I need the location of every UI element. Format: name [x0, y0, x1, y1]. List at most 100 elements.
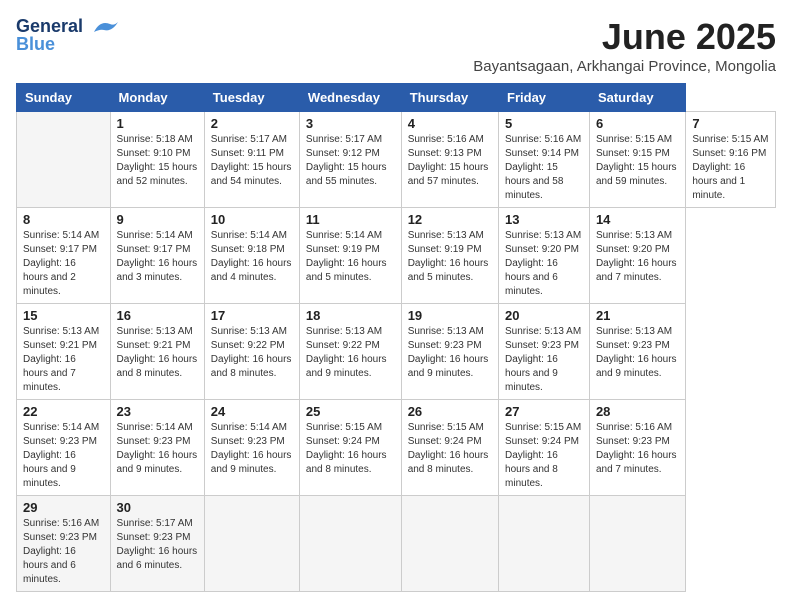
- calendar-cell: [299, 496, 401, 592]
- day-number: 8: [23, 212, 104, 227]
- day-info: Sunrise: 5:15 AMSunset: 9:24 PMDaylight:…: [505, 421, 583, 491]
- day-info: Sunrise: 5:15 AMSunset: 9:24 PMDaylight:…: [408, 421, 492, 477]
- calendar-cell: [499, 496, 590, 592]
- day-info: Sunrise: 5:15 AMSunset: 9:16 PMDaylight:…: [692, 133, 769, 203]
- day-info: Sunrise: 5:16 AMSunset: 9:23 PMDaylight:…: [596, 421, 679, 477]
- calendar-cell: 11 Sunrise: 5:14 AMSunset: 9:19 PMDayligh…: [299, 208, 401, 304]
- calendar-day-header: Sunday: [17, 84, 111, 112]
- day-number: 11: [306, 212, 395, 227]
- calendar-cell: 28 Sunrise: 5:16 AMSunset: 9:23 PMDayligh…: [589, 400, 685, 496]
- day-info: Sunrise: 5:14 AMSunset: 9:23 PMDaylight:…: [211, 421, 293, 477]
- day-info: Sunrise: 5:13 AMSunset: 9:21 PMDaylight:…: [117, 325, 198, 381]
- calendar-day-header: Friday: [499, 84, 590, 112]
- day-number: 14: [596, 212, 679, 227]
- calendar-cell: 21Sunrise: 5:13 AMSunset: 9:23 PMDayligh…: [589, 304, 685, 400]
- calendar-cell: [204, 496, 299, 592]
- calendar-cell: 16 Sunrise: 5:13 AMSunset: 9:21 PMDayligh…: [110, 304, 204, 400]
- calendar-day-header: Thursday: [401, 84, 498, 112]
- day-number: 22: [23, 404, 104, 419]
- subtitle: Bayantsagaan, Arkhangai Province, Mongol…: [473, 58, 776, 75]
- calendar-cell: 27 Sunrise: 5:15 AMSunset: 9:24 PMDayligh…: [499, 400, 590, 496]
- day-info: Sunrise: 5:14 AMSunset: 9:23 PMDaylight:…: [117, 421, 198, 477]
- calendar-cell: [17, 112, 111, 208]
- day-info: Sunrise: 5:16 AMSunset: 9:23 PMDaylight:…: [23, 517, 104, 587]
- logo-blue-text: Blue: [16, 34, 55, 55]
- calendar-cell: 23 Sunrise: 5:14 AMSunset: 9:23 PMDayligh…: [110, 400, 204, 496]
- day-number: 12: [408, 212, 492, 227]
- calendar-header-row: SundayMondayTuesdayWednesdayThursdayFrid…: [17, 84, 776, 112]
- calendar-week-row: 15Sunrise: 5:13 AMSunset: 9:21 PMDayligh…: [17, 304, 776, 400]
- calendar-cell: [401, 496, 498, 592]
- day-number: 9: [117, 212, 198, 227]
- calendar-cell: 24Sunrise: 5:14 AMSunset: 9:23 PMDayligh…: [204, 400, 299, 496]
- day-info: Sunrise: 5:14 AMSunset: 9:19 PMDaylight:…: [306, 229, 395, 285]
- day-info: Sunrise: 5:14 AMSunset: 9:17 PMDaylight:…: [23, 229, 104, 299]
- day-number: 6: [596, 116, 679, 131]
- calendar-cell: 29Sunrise: 5:16 AMSunset: 9:23 PMDayligh…: [17, 496, 111, 592]
- day-info: Sunrise: 5:17 AMSunset: 9:23 PMDaylight:…: [117, 517, 198, 573]
- day-info: Sunrise: 5:13 AMSunset: 9:23 PMDaylight:…: [505, 325, 583, 395]
- day-info: Sunrise: 5:14 AMSunset: 9:18 PMDaylight:…: [211, 229, 293, 285]
- day-number: 20: [505, 308, 583, 323]
- logo-bird-icon: [90, 18, 118, 36]
- day-number: 25: [306, 404, 395, 419]
- calendar-day-header: Tuesday: [204, 84, 299, 112]
- day-number: 23: [117, 404, 198, 419]
- day-number: 5: [505, 116, 583, 131]
- calendar-day-header: Monday: [110, 84, 204, 112]
- day-info: Sunrise: 5:17 AMSunset: 9:12 PMDaylight:…: [306, 133, 395, 189]
- day-number: 1: [117, 116, 198, 131]
- day-info: Sunrise: 5:15 AMSunset: 9:15 PMDaylight:…: [596, 133, 679, 189]
- day-number: 2: [211, 116, 293, 131]
- day-info: Sunrise: 5:13 AMSunset: 9:20 PMDaylight:…: [505, 229, 583, 299]
- day-number: 30: [117, 500, 198, 515]
- calendar-cell: 20 Sunrise: 5:13 AMSunset: 9:23 PMDayligh…: [499, 304, 590, 400]
- day-number: 13: [505, 212, 583, 227]
- day-info: Sunrise: 5:13 AMSunset: 9:21 PMDaylight:…: [23, 325, 104, 395]
- calendar-week-row: 29Sunrise: 5:16 AMSunset: 9:23 PMDayligh…: [17, 496, 776, 592]
- calendar-cell: 14 Sunrise: 5:13 AMSunset: 9:20 PMDayligh…: [589, 208, 685, 304]
- calendar-cell: 6 Sunrise: 5:15 AMSunset: 9:15 PMDaylight…: [589, 112, 685, 208]
- day-number: 17: [211, 308, 293, 323]
- calendar-cell: 12 Sunrise: 5:13 AMSunset: 9:19 PMDayligh…: [401, 208, 498, 304]
- calendar-cell: 1 Sunrise: 5:18 AMSunset: 9:10 PMDaylight…: [110, 112, 204, 208]
- calendar-cell: 17 Sunrise: 5:13 AMSunset: 9:22 PMDayligh…: [204, 304, 299, 400]
- calendar-week-row: 8 Sunrise: 5:14 AMSunset: 9:17 PMDaylight…: [17, 208, 776, 304]
- day-info: Sunrise: 5:13 AMSunset: 9:19 PMDaylight:…: [408, 229, 492, 285]
- calendar-cell: 9 Sunrise: 5:14 AMSunset: 9:17 PMDaylight…: [110, 208, 204, 304]
- calendar-cell: 15Sunrise: 5:13 AMSunset: 9:21 PMDayligh…: [17, 304, 111, 400]
- day-info: Sunrise: 5:13 AMSunset: 9:23 PMDaylight:…: [408, 325, 492, 381]
- day-number: 28: [596, 404, 679, 419]
- calendar-cell: 10 Sunrise: 5:14 AMSunset: 9:18 PMDayligh…: [204, 208, 299, 304]
- calendar-cell: 3Sunrise: 5:17 AMSunset: 9:12 PMDaylight…: [299, 112, 401, 208]
- day-info: Sunrise: 5:16 AMSunset: 9:13 PMDaylight:…: [408, 133, 492, 189]
- day-info: Sunrise: 5:13 AMSunset: 9:22 PMDaylight:…: [306, 325, 395, 381]
- day-number: 4: [408, 116, 492, 131]
- day-number: 10: [211, 212, 293, 227]
- calendar-cell: 30 Sunrise: 5:17 AMSunset: 9:23 PMDayligh…: [110, 496, 204, 592]
- day-info: Sunrise: 5:13 AMSunset: 9:22 PMDaylight:…: [211, 325, 293, 381]
- calendar-cell: 5Sunrise: 5:16 AMSunset: 9:14 PMDaylight…: [499, 112, 590, 208]
- day-info: Sunrise: 5:14 AMSunset: 9:23 PMDaylight:…: [23, 421, 104, 491]
- calendar-cell: 26 Sunrise: 5:15 AMSunset: 9:24 PMDayligh…: [401, 400, 498, 496]
- day-info: Sunrise: 5:18 AMSunset: 9:10 PMDaylight:…: [117, 133, 198, 189]
- calendar-cell: 25Sunrise: 5:15 AMSunset: 9:24 PMDayligh…: [299, 400, 401, 496]
- day-number: 19: [408, 308, 492, 323]
- day-number: 26: [408, 404, 492, 419]
- calendar-cell: 7 Sunrise: 5:15 AMSunset: 9:16 PMDaylight…: [686, 112, 776, 208]
- calendar-week-row: 22 Sunrise: 5:14 AMSunset: 9:23 PMDayligh…: [17, 400, 776, 496]
- day-info: Sunrise: 5:13 AMSunset: 9:20 PMDaylight:…: [596, 229, 679, 285]
- day-info: Sunrise: 5:14 AMSunset: 9:17 PMDaylight:…: [117, 229, 198, 285]
- calendar-day-header: Saturday: [589, 84, 685, 112]
- calendar-week-row: 1 Sunrise: 5:18 AMSunset: 9:10 PMDaylight…: [17, 112, 776, 208]
- day-number: 21: [596, 308, 679, 323]
- calendar-cell: 13 Sunrise: 5:13 AMSunset: 9:20 PMDayligh…: [499, 208, 590, 304]
- day-number: 27: [505, 404, 583, 419]
- calendar-cell: 19 Sunrise: 5:13 AMSunset: 9:23 PMDayligh…: [401, 304, 498, 400]
- logo: General Blue: [16, 16, 118, 55]
- day-number: 7: [692, 116, 769, 131]
- calendar-day-header: Wednesday: [299, 84, 401, 112]
- calendar-cell: 22 Sunrise: 5:14 AMSunset: 9:23 PMDayligh…: [17, 400, 111, 496]
- month-title: June 2025: [473, 16, 776, 58]
- day-number: 16: [117, 308, 198, 323]
